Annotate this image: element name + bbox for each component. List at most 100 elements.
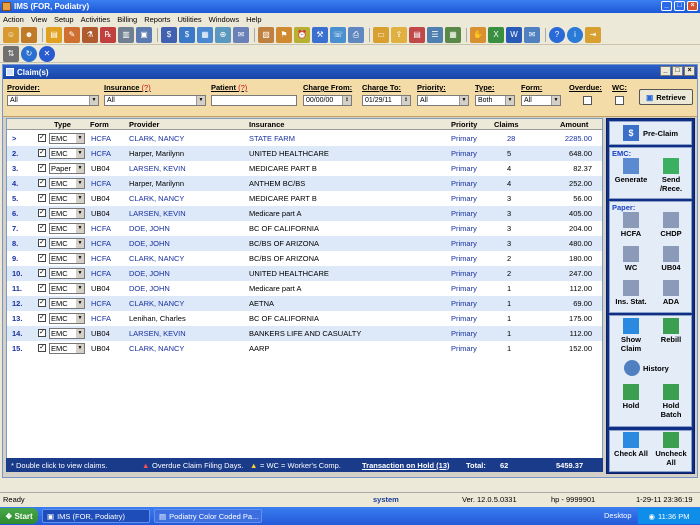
table-row[interactable]: 2. ✓ EMC ▼ HCFA Harper, Marilynn UNITED HEALTH… [7,146,602,161]
hold-button[interactable]: Hold [612,382,650,426]
menu-reports[interactable]: Reports [144,15,170,24]
inventory-icon[interactable]: ▧ [258,26,274,43]
row-type-select[interactable]: EMC ▼ [49,208,85,219]
table-row[interactable]: 6. ✓ EMC ▼ UB04 LARSEN, KEVIN Medicare part A P… [7,206,602,221]
row-type-select[interactable]: EMC ▼ [49,253,85,264]
scan-icon[interactable]: ⎙ [348,26,364,43]
folder-icon[interactable]: ▭ [373,26,389,43]
email-icon[interactable]: ✉ [524,26,540,43]
pre-claim-button[interactable]: $ Pre-Claim [609,121,692,145]
close-window-icon[interactable]: ✕ [39,45,55,62]
row-type-select[interactable]: Paper ▼ [49,163,85,174]
exit-icon[interactable]: ⇥ [585,26,601,43]
charge-to-input[interactable]: 01/29/11 ⇕ [362,95,411,106]
referral-icon[interactable]: ⚑ [276,26,292,43]
desktop-toolbar[interactable]: Desktop [604,511,632,520]
row-checkbox[interactable]: ✓ [38,269,46,277]
table-row[interactable]: 15. ✓ EMC ▼ UB04 CLARK, NANCY AARP Primary 1 152.… [7,341,602,356]
row-type-select[interactable]: EMC ▼ [49,223,85,234]
row-checkbox[interactable]: ✓ [38,194,46,202]
hold-batch-button[interactable]: Hold Batch [652,382,690,426]
charges-icon[interactable]: $ [161,26,177,43]
row-type-select[interactable]: EMC ▼ [49,178,85,189]
fax-icon[interactable]: ☏ [330,26,346,43]
send-receive-button[interactable]: Send /Rece. [652,158,690,198]
taskbar-item-ims[interactable]: ▣ IMS (FOR, Podiatry) [42,509,150,523]
menu-setup[interactable]: Setup [54,15,74,24]
priority-select[interactable]: All ▼ [417,95,469,106]
col-type[interactable]: Type [54,120,71,129]
word-icon[interactable]: W [506,26,522,43]
patient-help-link[interactable]: (?) [238,83,247,92]
row-checkbox[interactable]: ✓ [38,329,46,337]
row-type-select[interactable]: EMC ▼ [49,148,85,159]
hand-icon[interactable]: ✋ [470,26,486,43]
hcfa-button[interactable]: HCFA [612,212,650,244]
row-checkbox[interactable]: ✓ [38,209,46,217]
row-checkbox[interactable]: ✓ [38,344,46,352]
row-checkbox[interactable]: ✓ [38,149,46,157]
excel-icon[interactable]: X [488,26,504,43]
maximize-button[interactable]: □ [674,1,685,11]
type-select[interactable]: Both ▼ [475,95,515,106]
insurance-select[interactable]: All ▼ [104,95,206,106]
patient-icon[interactable]: ☺ [3,26,19,43]
row-checkbox[interactable]: ✓ [38,254,46,262]
row-checkbox[interactable]: ✓ [38,299,46,307]
rebill-button[interactable]: Rebill [652,318,690,354]
form-select[interactable]: All ▼ [521,95,561,106]
show-claim-button[interactable]: Show Claim [612,318,650,354]
table-row[interactable]: 3. ✓ Paper ▼ UB04 LARSEN, KEVIN MEDICARE PART … [7,161,602,176]
table-row[interactable]: 4. ✓ EMC ▼ HCFA Harper, Marilynn ANTHEM BC/BS P… [7,176,602,191]
wc-checkbox[interactable] [615,96,624,105]
wc-button[interactable]: WC [612,246,650,278]
notes-icon[interactable]: ✎ [64,26,80,43]
row-checkbox[interactable]: ✓ [38,164,46,172]
report-icon[interactable]: ▤ [409,26,425,43]
row-type-select[interactable]: EMC ▼ [49,313,85,324]
table-row[interactable]: 7. ✓ EMC ▼ HCFA DOE, JOHN BC OF CALIFORNIA Prim… [7,221,602,236]
history-button[interactable]: History [624,358,682,378]
row-type-select[interactable]: EMC ▼ [49,298,85,309]
retrieve-button[interactable]: ▣ Retrieve [639,89,693,105]
appointment-icon[interactable]: ☻ [21,26,37,43]
tray-icon[interactable]: ◉ [648,512,655,521]
document-icon[interactable]: ▥ [118,26,134,43]
help-icon[interactable]: ? [549,26,565,43]
transaction-hold-link[interactable]: Transaction on Hold (13) [362,461,450,470]
row-type-select[interactable]: EMC ▼ [49,238,85,249]
table-row[interactable]: 10. ✓ EMC ▼ HCFA DOE, JOHN UNITED HEALTHCARE Pr… [7,266,602,281]
col-priority[interactable]: Priority [451,120,477,129]
menu-action[interactable]: Action [3,15,24,24]
payments-icon[interactable]: $ [179,26,195,43]
spin-icon[interactable]: ⇕ [401,96,410,105]
menu-help[interactable]: Help [246,15,261,24]
row-checkbox[interactable]: ✓ [38,179,46,187]
menu-activities[interactable]: Activities [81,15,111,24]
ada-button[interactable]: ADA [652,280,690,312]
insurance-help-link[interactable]: (?) [142,83,151,92]
table-row[interactable]: 9. ✓ EMC ▼ HCFA CLARK, NANCY BC/BS OF ARIZONA P… [7,251,602,266]
calendar-icon[interactable]: ▦ [445,26,461,43]
chart-icon[interactable]: ▤ [46,26,62,43]
taskbar-item-podiatry[interactable]: ▤ Podiatry Color Coded Pa... [154,509,262,523]
col-form[interactable]: Form [90,120,109,129]
overdue-checkbox[interactable] [583,96,592,105]
table-row[interactable]: 11. ✓ EMC ▼ UB04 DOE, JOHN Medicare part A Prim… [7,281,602,296]
col-claims[interactable]: Claims [494,120,519,129]
start-button[interactable]: ❖ Start [0,508,38,524]
col-insurance[interactable]: Insurance [249,120,284,129]
row-checkbox[interactable]: ✓ [38,239,46,247]
table-row[interactable]: > ✓ EMC ▼ HCFA CLARK, NANCY STATE FARM Primary 2… [7,131,602,146]
table-row[interactable]: 5. ✓ EMC ▼ UB04 CLARK, NANCY MEDICARE PART B Pr… [7,191,602,206]
ledger-icon[interactable]: ▦ [197,26,213,43]
menu-windows[interactable]: Windows [209,15,239,24]
row-checkbox[interactable]: ✓ [38,284,46,292]
row-checkbox[interactable]: ✓ [38,134,46,142]
image-icon[interactable]: ▣ [136,26,152,43]
check-all-button[interactable]: Check All [612,432,650,472]
child-close-button[interactable]: × [684,66,695,76]
info-icon[interactable]: i [567,26,583,43]
spin-icon[interactable]: ⇕ [342,96,351,105]
menu-billing[interactable]: Billing [117,15,137,24]
